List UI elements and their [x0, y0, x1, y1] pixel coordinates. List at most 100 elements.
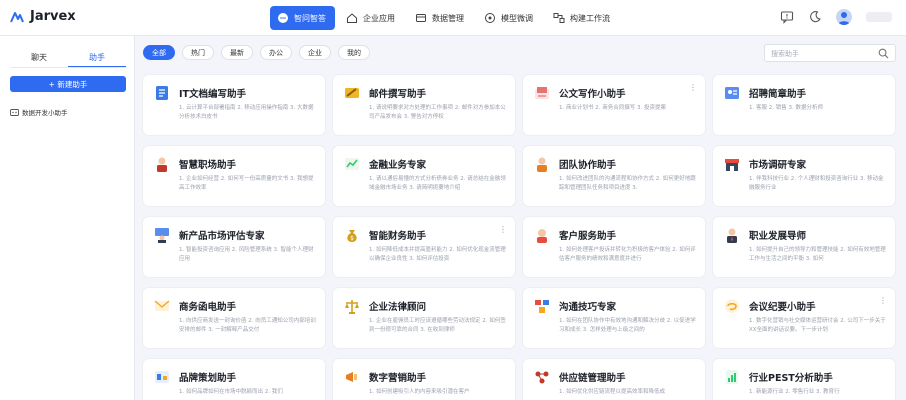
search-icon[interactable] — [878, 48, 889, 59]
card-description: 1. 伴我科技行业 2. 个人理财和投资咨询行业 3. 移动金融服务行业 — [749, 176, 884, 191]
card-title: 商务函电助手 — [179, 302, 237, 313]
assistant-card[interactable]: 品牌策划助手 1. 如何品牌如何在市场中脱颖而出 2. 我们 — [143, 359, 325, 400]
communication-icon — [535, 300, 549, 313]
assistant-card[interactable]: 职业发展导师 1. 如何提升自己的领导力和管理技能 2. 如何有效地管理工作与生活… — [713, 217, 895, 277]
folder-icon — [416, 14, 426, 22]
more-options-icon[interactable]: ⋮ — [879, 297, 887, 305]
chat-bubble-icon — [278, 13, 288, 23]
card-description: 1. 如何降低成本并提高盈利能力 2. 如何优化现金流管理以确保企业良性 3. … — [369, 247, 506, 262]
assistant-card[interactable]: 公文写作小助手 1. 商业计划书 2. 商务合同撰写 3. 投资提案 ⋮ — [523, 75, 705, 135]
assistant-card[interactable]: $ 智能财务助手 1. 如何降低成本并提高盈利能力 2. 如何优化现金流管理以确保企… — [333, 217, 515, 277]
card-description: 1. 如何处理客户投诉并转化为积极的客户体验 2. 如何评估客户服务的绩效和满意… — [559, 247, 696, 262]
card-description: 1. 如何优化供应链流程以提高效率和降低成 — [559, 389, 665, 395]
card-description: 1. 请以通俗易懂的方式分析债券业务 2. 请总结在金融领域金融市场业务 3. … — [369, 176, 506, 191]
card-description: 1. 商业计划书 2. 商务合同撰写 3. 投资提案 — [559, 105, 666, 111]
card-description: 1. 智能投资咨询应用 2. 风险管理系统 3. 智能个人理财应用 — [179, 247, 314, 262]
assistant-card[interactable]: 邮件撰写助手 1. 请说明要求对方处理的工作事项 2. 邮件对方参加本公司产品发布… — [333, 75, 515, 135]
filter-all[interactable]: 全部 — [143, 45, 175, 60]
tab-assistant[interactable]: 助手 — [68, 48, 126, 67]
card-title: 招聘简章助手 — [749, 89, 807, 100]
card-title: 行业PEST分析助手 — [749, 373, 833, 384]
assistant-card[interactable]: 客户服务助手 1. 如何处理客户投诉并转化为积极的客户体验 2. 如何评估客户服务… — [523, 217, 705, 277]
assistant-card[interactable]: 招聘简章助手 1. 客服 2. 销售 3. 数据分析师 — [713, 75, 895, 135]
card-title: 新产品市场评估专家 — [179, 231, 265, 242]
filter-hot[interactable]: 热门 — [182, 45, 214, 60]
assistant-card[interactable]: 新产品市场评估专家 1. 智能投资咨询应用 2. 风险管理系统 3. 智能个人理财… — [143, 217, 325, 277]
assistant-card[interactable]: 数字营销助手 1. 如何创建吸引人的内容来吸引潜在客户 — [333, 359, 515, 400]
card-title: 客户服务助手 — [559, 231, 617, 242]
money-bag-icon: $ — [347, 230, 357, 242]
card-title: 会议纪要小助手 — [749, 302, 816, 313]
nav-item-enterprise-apps[interactable]: 企业应用 — [339, 6, 404, 30]
nav-label: 智问智答 — [294, 13, 326, 23]
card-description: 1. 新能源行业 2. 零售行业 3. 教育行 — [749, 389, 840, 395]
writing-icon — [535, 87, 549, 99]
moon-icon[interactable] — [808, 10, 822, 24]
card-title: 智能财务助手 — [369, 231, 427, 242]
more-options-icon[interactable]: ⋮ — [499, 226, 507, 234]
card-description: 1. 请说明要求对方处理的工作事项 2. 邮件对方参加本公司产品发布会 3. 警… — [369, 105, 506, 120]
letter-icon — [154, 300, 170, 311]
nav-item-model-finetune[interactable]: 模型微调 — [477, 6, 542, 30]
search-input[interactable] — [771, 47, 871, 60]
filter-office[interactable]: 办公 — [260, 45, 292, 60]
nav-item-workflow[interactable]: 构建工作流 — [546, 6, 619, 30]
pen-icon — [345, 88, 359, 98]
sidebar-item-label: 数据开发小助手 — [22, 109, 68, 117]
card-description: 1. 云计算平台部署指南 2. 移动应用操作指南 3. 大数据分析技术白皮书 — [179, 105, 314, 120]
card-title: 邮件撰写助手 — [369, 89, 427, 100]
card-description: 1. 向供应商发送一封询价函 2. 向员工通知公司内部培训安排的邮件 3. 一封… — [179, 318, 316, 333]
nav-label: 数据管理 — [432, 13, 464, 23]
new-assistant-button[interactable]: + 新建助手 — [10, 76, 126, 92]
briefcase-icon — [157, 157, 167, 172]
assistant-card[interactable]: 会议纪要小助手 1. 数字化营销与社交媒体运营研讨会 2. 公司下一步关于XX全面… — [713, 288, 895, 348]
filter-latest[interactable]: 最新 — [221, 45, 253, 60]
more-options-icon[interactable]: ⋮ — [689, 84, 697, 92]
assistant-card[interactable]: 智慧职场助手 1. 企业如何经营 2. 如何写一份高质量的文书 3. 我想提高工作… — [143, 146, 325, 206]
card-title: 品牌策划助手 — [179, 373, 237, 384]
header-actions — [780, 9, 892, 25]
analysis-icon — [726, 370, 738, 384]
feedback-icon[interactable] — [780, 10, 794, 24]
app-logo[interactable]: Jarvex — [10, 9, 76, 24]
brand-icon — [155, 371, 169, 383]
card-title: 智慧职场助手 — [179, 160, 237, 171]
assistant-card[interactable]: 企业法律顾问 1. 企业在雇佣员工时应该遵循哪些劳动法规定 2. 如何签到一份很可… — [333, 288, 515, 348]
card-description: 1. 如何品牌如何在市场中脱颖而出 2. 我们 — [179, 389, 283, 395]
assistant-card[interactable]: 市场调研专家 1. 伴我科技行业 2. 个人理财和投资咨询行业 3. 移动金融服务… — [713, 146, 895, 206]
sidebar-item-data-dev-assistant[interactable]: 数据开发小助手 — [10, 107, 68, 117]
top-bar: Jarvex 智问智答 企业应用 数据管理 模型微调 构建工作流 — [0, 0, 906, 36]
card-title: 数字营销助手 — [369, 373, 427, 384]
filter-enterprise[interactable]: 企业 — [299, 45, 331, 60]
assistant-card[interactable]: IT文档编写助手 1. 云计算平台部署指南 2. 移动应用操作指南 3. 大数据分… — [143, 75, 325, 135]
store-icon — [725, 159, 739, 171]
user-avatar-icon[interactable] — [836, 9, 852, 25]
main-nav: 智问智答 企业应用 数据管理 模型微调 构建工作流 — [270, 6, 619, 30]
svg-text:$: $ — [350, 235, 354, 242]
tab-chat[interactable]: 聊天 — [10, 48, 68, 67]
assistant-card[interactable]: 金融业务专家 1. 请以通俗易懂的方式分析债券业务 2. 请总结在金融领域金融市场… — [333, 146, 515, 206]
sidebar: 聊天 助手 + 新建助手 数据开发小助手 — [0, 36, 135, 400]
assistant-card[interactable]: 行业PEST分析助手 1. 新能源行业 2. 零售行业 3. 教育行 — [713, 359, 895, 400]
card-title: 金融业务专家 — [369, 160, 427, 171]
logo-icon — [10, 11, 24, 22]
assistant-card[interactable]: 团队协作助手 1. 如何改进团队的沟通流程和协作方式 2. 如何更好地跟踪和管理团… — [523, 146, 705, 206]
card-title: 供应链管理助手 — [559, 373, 626, 384]
nav-item-qa[interactable]: 智问智答 — [270, 6, 335, 30]
nav-item-data-management[interactable]: 数据管理 — [408, 6, 473, 30]
username-blurred[interactable] — [866, 12, 892, 22]
card-description: 1. 企业在雇佣员工时应该遵循哪些劳动法规定 2. 如何签到一份很可靠的合同 3… — [369, 318, 506, 333]
card-description: 1. 如何在团队协作中有效地沟通和解决分歧 2. 以促进学习和成长 3. 怎样处… — [559, 318, 696, 333]
nav-label: 模型微调 — [501, 13, 533, 23]
assistant-card-grid: IT文档编写助手 1. 云计算平台部署指南 2. 移动应用操作指南 3. 大数据分… — [143, 75, 897, 400]
assistant-card[interactable]: 供应链管理助手 1. 如何优化供应链流程以提高效率和降低成 — [523, 359, 705, 400]
presenter-icon — [155, 228, 169, 243]
assistant-card[interactable]: 商务函电助手 1. 向供应商发送一封询价函 2. 向员工通知公司内部培训安排的邮件… — [143, 288, 325, 348]
card-description: 1. 企业如何经营 2. 如何写一份高质量的文书 3. 我想提高工作效率 — [179, 176, 314, 191]
megaphone-icon — [346, 372, 357, 382]
card-title: 市场调研专家 — [749, 160, 807, 171]
filter-mine[interactable]: 我的 — [338, 45, 370, 60]
assistant-card[interactable]: 沟通技巧专家 1. 如何在团队协作中有效地沟通和解决分歧 2. 以促进学习和成长 … — [523, 288, 705, 348]
card-description: 1. 如何提升自己的领导力和管理技能 2. 如何有效地管理工作与生活之间的平衡 … — [749, 247, 886, 262]
scale-icon — [345, 300, 359, 314]
